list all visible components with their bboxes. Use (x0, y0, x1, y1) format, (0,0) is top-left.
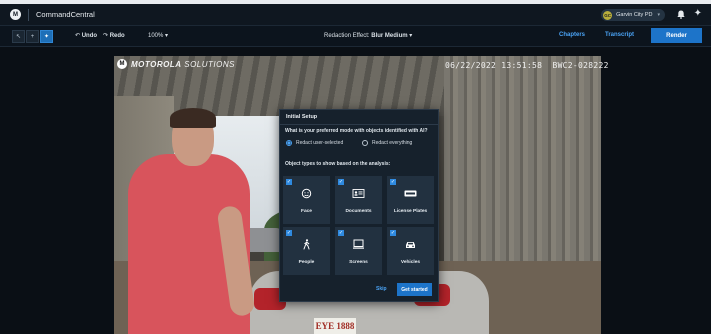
app-header: M CommandCentral GC Garvin City PD ▾ ✦ (0, 4, 711, 26)
zoom-value: 100% (148, 33, 164, 39)
tile-label: License Plates (393, 209, 428, 214)
watermark-text: MOTOROLA SOLUTIONS (131, 60, 235, 69)
timestamp-text: 06/22/2022 13:51:58 (445, 61, 543, 70)
watermark-solutions: SOLUTIONS (184, 59, 235, 69)
tile-people[interactable]: ✓ People (283, 227, 330, 275)
tab-transcript[interactable]: Transcript (605, 32, 634, 38)
tile-face[interactable]: ✓ Face (283, 176, 330, 224)
initial-setup-dialog: Initial Setup What is your preferred mod… (279, 109, 439, 302)
dialog-title: Initial Setup (286, 114, 318, 120)
tile-label: Screens (349, 260, 368, 265)
radio-selected-icon[interactable] (286, 140, 292, 146)
ai-detect-tool-icon[interactable]: ✦ (40, 30, 53, 43)
radio-unselected-icon[interactable] (362, 140, 368, 146)
redaction-effect-value: Blur Medium (371, 33, 408, 39)
ai-assistant-icon[interactable]: ✦ (694, 9, 702, 19)
checkbox-checked-icon[interactable]: ✓ (390, 179, 396, 185)
undo-button[interactable]: ↶ Undo (75, 32, 97, 39)
agency-badge-icon: GC (603, 10, 613, 20)
tile-label: Documents (345, 209, 372, 214)
tab-chapters[interactable]: Chapters (559, 32, 585, 38)
tile-label: Vehicles (400, 260, 421, 265)
face-icon (301, 188, 312, 199)
video-timestamp: 06/22/2022 13:51:58 BWC2-028222 (445, 61, 609, 70)
monitor-icon (353, 239, 364, 249)
editor-toolbar: ↖ + ✦ ↶ Undo ↷ Redo 100% ▾ Redaction Eff… (0, 26, 711, 47)
radio-redact-everything[interactable]: Redact everything (362, 140, 412, 146)
undo-icon: ↶ (75, 33, 82, 39)
chevron-down-icon: ▾ (657, 12, 660, 18)
tile-license-plates[interactable]: ✓ License Plates (387, 176, 434, 224)
agency-name: Garvin City PD (616, 12, 653, 18)
render-button[interactable]: Render (651, 28, 702, 43)
car-icon (406, 242, 415, 248)
radio-label: Redact user-selected (296, 140, 344, 146)
redo-label: Redo (109, 33, 125, 39)
header-divider (28, 8, 29, 21)
get-started-button[interactable]: Get started (397, 283, 432, 296)
redo-icon: ↷ (103, 33, 110, 39)
object-types-label: Object types to show based on the analys… (285, 161, 391, 167)
radio-redact-user-selected[interactable]: Redact user-selected (286, 140, 343, 146)
checkbox-checked-icon[interactable]: ✓ (286, 179, 292, 185)
tile-screens[interactable]: ✓ Screens (335, 227, 382, 275)
id-card-icon (352, 189, 365, 198)
app-title: CommandCentral (36, 10, 95, 19)
chevron-down-icon: ▾ (163, 33, 169, 39)
device-id: BWC2-028222 (552, 61, 609, 70)
logo-letter: M (13, 11, 18, 18)
checkbox-checked-icon[interactable]: ✓ (338, 179, 344, 185)
tool-group: ↖ + ✦ (12, 30, 54, 43)
video-watermark: M MOTOROLA SOLUTIONS (117, 59, 235, 69)
skip-button[interactable]: Skip (376, 286, 387, 292)
select-tool-icon[interactable]: ↖ (12, 30, 25, 43)
redaction-effect-label: Redaction Effect: (324, 33, 370, 39)
add-tool-icon[interactable]: + (26, 30, 39, 43)
tile-label: Face (301, 209, 312, 214)
mode-question: What is your preferred mode with objects… (285, 128, 428, 134)
license-plate-icon (404, 190, 417, 197)
checkbox-checked-icon[interactable]: ✓ (390, 230, 396, 236)
tile-vehicles[interactable]: ✓ Vehicles (387, 227, 434, 275)
dialog-divider (280, 124, 438, 125)
agency-selector[interactable]: GC Garvin City PD ▾ (601, 9, 665, 21)
scene-person-hair (170, 108, 216, 128)
checkbox-checked-icon[interactable]: ✓ (338, 230, 344, 236)
watermark-brand: MOTOROLA (131, 59, 182, 69)
tile-label: People (298, 260, 315, 265)
tile-documents[interactable]: ✓ Documents (335, 176, 382, 224)
motorola-mark-icon: M (117, 59, 127, 69)
chevron-down-icon: ▾ (407, 33, 413, 39)
undo-label: Undo (81, 33, 98, 39)
checkbox-checked-icon[interactable]: ✓ (286, 230, 292, 236)
zoom-dropdown[interactable]: 100% ▾ (148, 32, 168, 39)
notification-bell-icon[interactable] (677, 10, 685, 19)
redo-button[interactable]: ↷ Redo (103, 32, 125, 39)
motorola-logo-icon[interactable]: M (10, 9, 21, 20)
radio-label: Redact everything (372, 140, 413, 146)
redaction-effect-dropdown[interactable]: Redaction Effect: Blur Medium ▾ (324, 32, 412, 39)
person-walking-icon (303, 239, 310, 250)
scene-license-plate: EYE 1888 (314, 318, 356, 334)
